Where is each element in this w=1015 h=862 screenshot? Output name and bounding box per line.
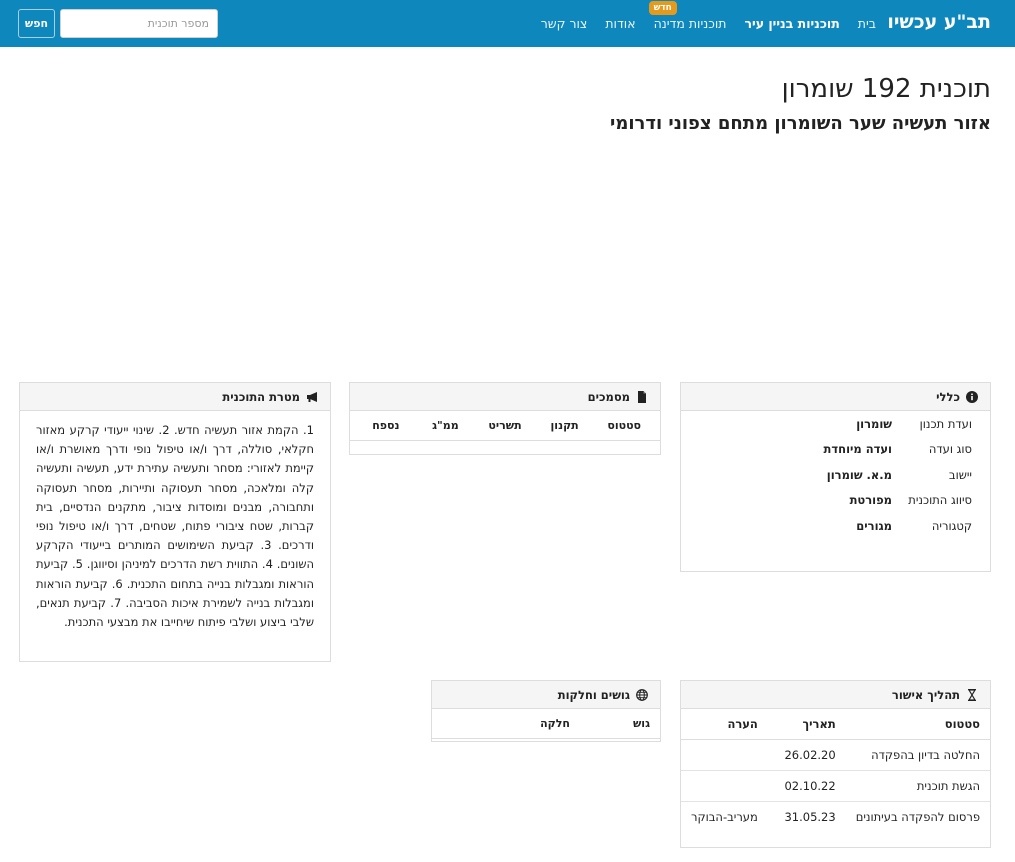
approval-status: הגשת תוכנית [845,770,990,802]
documents-table-header: סטטוס תקנון תשריט ממ"ג נספח [350,411,660,441]
purpose-panel: מטרת התוכנית 1. הקמת אזור תעשיה חדש. 2. … [19,382,331,662]
approval-process-panel: תהליך אישור סטטוס תאריך הערה החלטה בדיון… [680,680,991,848]
nav-link-about[interactable]: אודות [596,16,644,31]
purpose-text: 1. הקמת אזור תעשיה חדש. 2. שינוי ייעודי … [36,423,314,630]
general-panel-title: כללי [936,389,960,404]
approval-date: 02.10.22 [767,770,846,802]
col-parcel: חלקה [540,717,570,730]
general-row: סיווג התוכנית מפורטת [681,488,990,514]
documents-panel-title: מסמכים [587,389,630,404]
general-row-key: קטגוריה [931,518,972,533]
col-regulations: תקנון [550,419,579,432]
documents-panel-header: מסמכים [350,383,660,411]
page-title: תוכנית 192 שומרון [781,74,991,104]
table-row: החלטה בדיון בהפקדה 26.02.20 [681,739,990,771]
hourglass-icon [967,688,977,701]
file-icon [638,390,646,403]
parcels-panel-title: גושים וחלקות [557,687,630,702]
general-row: יישוב מ.א. שומרון [681,462,990,488]
brand-logo[interactable]: תב"ע עכשיו [887,11,991,33]
nav-links: בית תוכניות בניין עיר תוכניות מדינה חדש … [532,0,885,47]
approval-note [681,739,768,771]
nav-link-state-plans[interactable]: תוכניות מדינה חדש [645,1,736,31]
general-row-value: מ.א. שומרון [826,467,892,482]
general-panel: כללי ועדת תכנון שומרון סוג ועדה ועדה מיו… [680,382,991,572]
general-row: ועדת תכנון שומרון [681,411,990,437]
general-row: קטגוריה מגורים [681,513,990,539]
approval-panel-title: תהליך אישור [891,687,960,702]
purpose-panel-title: מטרת התוכנית [222,389,300,404]
nav-link-home[interactable]: בית [849,16,885,31]
col-status: סטטוס [607,419,642,432]
approval-note [681,770,768,802]
general-row-key: סוג ועדה [928,442,972,457]
col-date: תאריך [767,709,846,740]
parcels-panel-header: גושים וחלקות [432,681,660,709]
general-row-value: מפורטת [849,493,892,508]
col-gis: ממ"ג [432,419,459,432]
approval-table-header: סטטוס תאריך הערה [681,709,990,740]
general-panel-header: כללי [681,383,990,411]
col-status: סטטוס [845,709,990,740]
general-row-value: ועדה מיוחדת [823,442,892,457]
general-row-key: יישוב [948,467,972,482]
approval-panel-header: תהליך אישור [681,681,990,709]
parcels-table-header: גוש חלקה [432,709,660,739]
col-appendix: נספח [372,419,400,432]
search-button[interactable]: חפש [18,9,55,38]
general-row-key: ועדת תכנון [919,416,972,431]
plan-number-search-input[interactable] [60,9,218,38]
approval-note: מעריב-הבוקר [691,809,758,824]
globe-icon [636,688,648,701]
general-row-value: מגורים [856,518,892,533]
col-note: הערה [681,709,768,740]
new-badge: חדש [648,1,677,15]
documents-panel: מסמכים סטטוס תקנון תשריט ממ"ג נספח [349,382,661,455]
purpose-panel-header: מטרת התוכנית [20,383,330,411]
table-row: פרסום להפקדה בעיתונים 31.05.23 מעריב-הבו… [681,801,990,832]
col-block: גוש [632,717,650,730]
approval-date: 26.02.20 [767,739,846,771]
info-icon [966,390,978,403]
megaphone-icon [307,391,317,402]
page-subtitle: אזור תעשיה שער השומרון מתחם צפוני ודרומי [610,113,991,134]
table-row: הגשת תוכנית 02.10.22 [681,770,990,802]
nav-link-city-plans[interactable]: תוכניות בניין עיר [735,16,848,31]
top-navbar: תב"ע עכשיו בית תוכניות בניין עיר תוכניות… [0,0,1015,47]
parcels-panel: גושים וחלקות גוש חלקה [431,680,661,742]
general-row-value: שומרון [856,416,892,431]
nav-link-state-plans-label: תוכניות מדינה [653,16,727,31]
col-blueprint: תשריט [488,419,522,432]
approval-date: 31.05.23 [784,809,836,824]
approval-status: פרסום להפקדה בעיתונים [855,809,980,824]
nav-link-contact[interactable]: צור קשר [532,16,597,31]
general-row-key: סיווג התוכנית [908,493,972,508]
general-row: סוג ועדה ועדה מיוחדת [681,437,990,463]
approval-table: סטטוס תאריך הערה החלטה בדיון בהפקדה 26.0… [681,709,990,832]
approval-status: החלטה בדיון בהפקדה [845,739,990,771]
